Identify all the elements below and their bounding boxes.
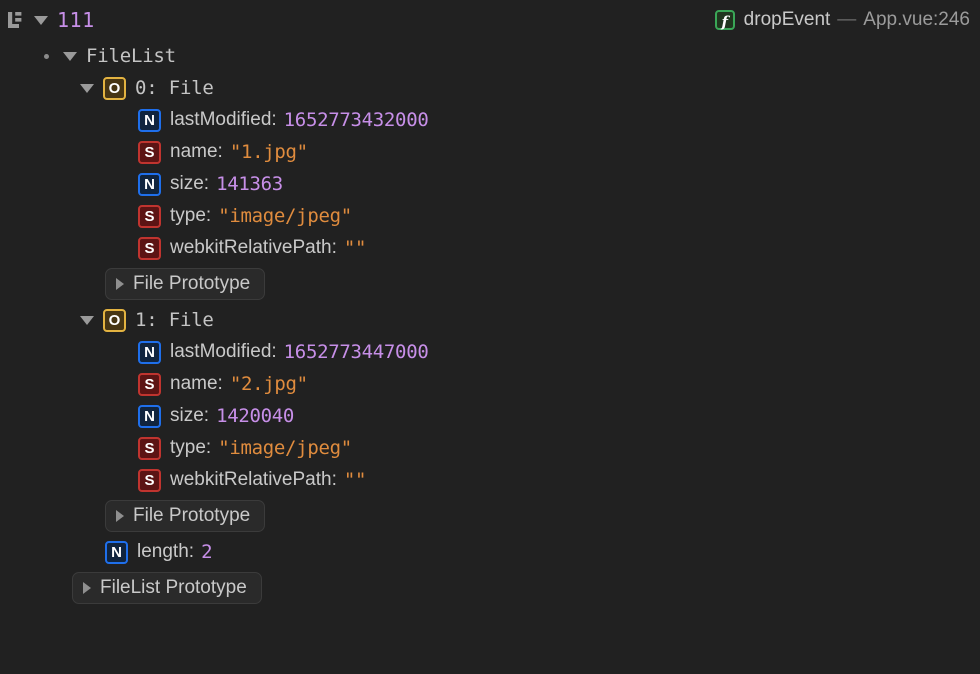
property-name: webkitRelativePath	[170, 469, 332, 491]
string-type-badge: S	[138, 237, 161, 260]
prototype-row[interactable]: File Prototype	[0, 496, 980, 536]
prototype-label: FileList Prototype	[100, 577, 247, 599]
property-value: "2.jpg"	[230, 373, 308, 395]
property-name: name	[170, 373, 218, 395]
prototype-label: File Prototype	[133, 505, 250, 527]
origin-dash: —	[837, 9, 856, 31]
tree-row-property[interactable]: S name : "2.jpg"	[0, 368, 980, 400]
object-type-badge: O	[103, 309, 126, 332]
entry-0-disclosure-caret[interactable]	[80, 84, 94, 93]
tree-row-property[interactable]: S name : "1.jpg"	[0, 136, 980, 168]
number-type-badge: N	[138, 109, 161, 132]
console-group-header[interactable]: 111 f dropEvent — App.vue:246	[0, 0, 980, 40]
prototype-disclosure-caret[interactable]	[83, 582, 91, 594]
property-value: 1420040	[216, 405, 294, 427]
source-location-link[interactable]: App.vue:246	[863, 9, 970, 31]
function-name: dropEvent	[744, 9, 831, 31]
property-colon: :	[332, 469, 337, 491]
tree-row-property[interactable]: S type : "image/jpeg"	[0, 432, 980, 464]
property-value: "image/jpeg"	[218, 437, 352, 459]
property-value: "1.jpg"	[230, 141, 308, 163]
property-value: ""	[344, 237, 366, 259]
property-value: 1652773432000	[284, 109, 429, 131]
property-name: size	[170, 405, 204, 427]
prototype-label: File Prototype	[133, 273, 250, 295]
tree-row-property[interactable]: N size : 141363	[0, 168, 980, 200]
property-colon: :	[204, 405, 209, 427]
prototype-row[interactable]: File Prototype	[0, 264, 980, 304]
property-colon: :	[204, 173, 209, 195]
tree-row-length[interactable]: N length : 2	[0, 536, 980, 568]
number-type-badge: N	[138, 405, 161, 428]
filelist-disclosure-caret[interactable]	[63, 52, 77, 61]
property-colon: :	[271, 109, 276, 131]
property-colon: :	[206, 437, 211, 459]
filelist-prototype-pill[interactable]: FileList Prototype	[72, 572, 262, 604]
tree-row-filelist[interactable]: FileList	[0, 40, 980, 72]
object-type-badge: O	[103, 77, 126, 100]
function-badge-icon: f	[715, 10, 735, 30]
property-name: name	[170, 141, 218, 163]
console-group-icon	[6, 10, 26, 30]
tree-row-property[interactable]: S type : "image/jpeg"	[0, 200, 980, 232]
property-colon: :	[206, 205, 211, 227]
group-count: 111	[57, 8, 95, 32]
property-name: webkitRelativePath	[170, 237, 332, 259]
log-bullet-icon	[44, 54, 49, 59]
tree-row-property[interactable]: N lastModified : 1652773447000	[0, 336, 980, 368]
string-type-badge: S	[138, 373, 161, 396]
tree-row-property[interactable]: S webkitRelativePath : ""	[0, 232, 980, 264]
devtools-console-panel: 111 f dropEvent — App.vue:246 FileList O…	[0, 0, 980, 674]
file-prototype-pill[interactable]: File Prototype	[105, 500, 265, 532]
property-colon: :	[189, 541, 194, 563]
property-colon: :	[271, 341, 276, 363]
string-type-badge: S	[138, 437, 161, 460]
entry-1-label: 1: File	[135, 309, 214, 331]
property-name: type	[170, 437, 206, 459]
number-type-badge: N	[105, 541, 128, 564]
string-type-badge: S	[138, 205, 161, 228]
property-name: lastModified	[170, 341, 271, 363]
property-value: 1652773447000	[284, 341, 429, 363]
property-name: size	[170, 173, 204, 195]
group-disclosure-caret[interactable]	[34, 16, 48, 25]
property-name: lastModified	[170, 109, 271, 131]
string-type-badge: S	[138, 141, 161, 164]
string-type-badge: S	[138, 469, 161, 492]
filelist-label: FileList	[86, 45, 176, 67]
number-type-badge: N	[138, 341, 161, 364]
prototype-disclosure-caret[interactable]	[116, 278, 124, 290]
property-value: 2	[201, 541, 212, 563]
file-prototype-pill[interactable]: File Prototype	[105, 268, 265, 300]
property-colon: :	[218, 141, 223, 163]
tree-row-entry-1[interactable]: O 1: File	[0, 304, 980, 336]
property-value: "image/jpeg"	[218, 205, 352, 227]
entry-0-label: 0: File	[135, 77, 214, 99]
property-colon: :	[332, 237, 337, 259]
tree-row-property[interactable]: N size : 1420040	[0, 400, 980, 432]
tree-row-entry-0[interactable]: O 0: File	[0, 72, 980, 104]
property-value: ""	[344, 469, 366, 491]
entry-1-disclosure-caret[interactable]	[80, 316, 94, 325]
root-prototype-row[interactable]: FileList Prototype	[0, 568, 980, 608]
tree-row-property[interactable]: N lastModified : 1652773432000	[0, 104, 980, 136]
property-name: type	[170, 205, 206, 227]
property-colon: :	[218, 373, 223, 395]
property-name: length	[137, 541, 189, 563]
number-type-badge: N	[138, 173, 161, 196]
property-value: 141363	[216, 173, 283, 195]
log-origin: f dropEvent — App.vue:246	[715, 9, 970, 31]
prototype-disclosure-caret[interactable]	[116, 510, 124, 522]
tree-row-property[interactable]: S webkitRelativePath : ""	[0, 464, 980, 496]
